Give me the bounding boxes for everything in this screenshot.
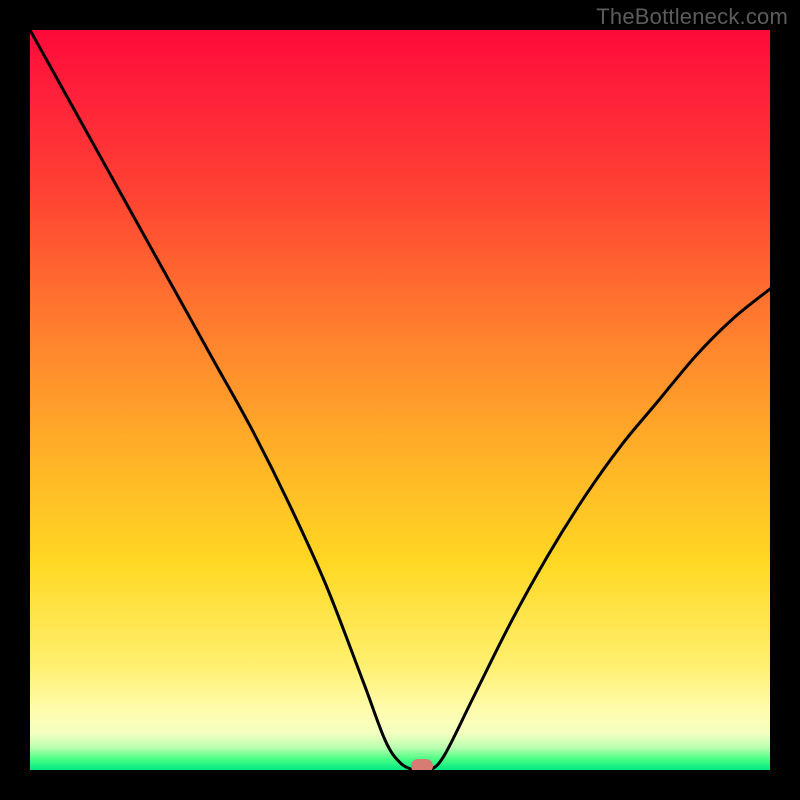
plot-area <box>30 30 770 770</box>
optimal-marker <box>411 759 433 770</box>
watermark-text: TheBottleneck.com <box>596 4 788 30</box>
chart-frame: TheBottleneck.com <box>0 0 800 800</box>
bottleneck-curve <box>30 30 770 770</box>
